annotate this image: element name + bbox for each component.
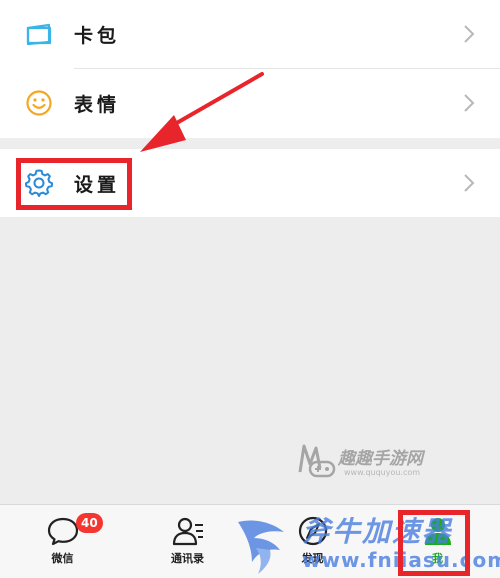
gamepad-logo-icon xyxy=(298,444,336,478)
contacts-icon xyxy=(172,517,203,546)
me-tab-highlight-box xyxy=(398,510,470,576)
chat-bubble-icon xyxy=(47,517,78,546)
tab-chats-label: 微信 xyxy=(51,552,74,565)
watermark-url: www.ququyou.com xyxy=(344,468,421,477)
bird-logo-icon xyxy=(238,520,284,574)
watermark-text: 趣趣手游网 xyxy=(338,449,423,469)
annotation-arrow xyxy=(140,72,264,152)
tab-chats[interactable]: 40 微信 xyxy=(0,505,125,578)
watermark: 趣趣手游网 www.ququyou.com xyxy=(296,438,446,484)
unread-count-badge: 40 xyxy=(76,513,103,533)
